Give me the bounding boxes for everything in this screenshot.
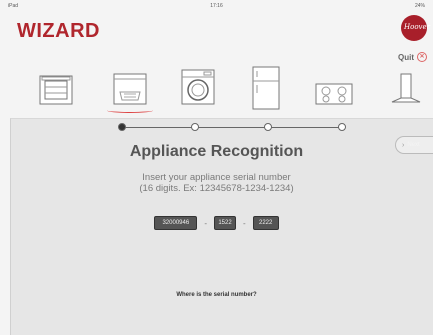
clock: 17:16 <box>210 3 223 9</box>
quit-button[interactable]: Quit ✕ <box>398 52 427 62</box>
serial-separator: - <box>204 218 207 228</box>
hoover-logo: Hoover <box>401 15 430 41</box>
fridge-icon[interactable] <box>251 66 281 110</box>
wizard-logo: WIZARD <box>17 20 100 42</box>
progress-step-2 <box>191 123 199 131</box>
oven-icon[interactable] <box>38 66 74 106</box>
progress-steps <box>118 123 346 133</box>
progress-step-3 <box>264 123 272 131</box>
hob-icon[interactable] <box>314 66 354 106</box>
selected-appliance-indicator <box>107 108 153 113</box>
quit-label: Quit <box>398 52 414 62</box>
progress-line <box>122 127 342 128</box>
page-title: Appliance Recognition <box>129 143 304 160</box>
hood-icon[interactable] <box>388 66 424 106</box>
instruction-line-2: (16 digits. Ex: 12345678-1234-1234) <box>139 183 294 194</box>
instruction-line-1: Insert your appliance serial number <box>142 172 291 183</box>
progress-step-1 <box>118 123 126 131</box>
battery-label: 24% <box>414 3 425 9</box>
appliance-selector <box>0 62 433 116</box>
serial-help-link[interactable]: Where is the serial number? <box>0 292 433 298</box>
instruction-text: Insert your appliance serial number (16 … <box>0 172 433 194</box>
serial-field-part3[interactable]: 2222 <box>252 216 279 230</box>
close-icon: ✕ <box>417 52 427 62</box>
serial-field-part1[interactable]: 32000946 <box>154 216 198 230</box>
serial-separator: - <box>243 218 246 228</box>
washing-machine-icon[interactable] <box>180 66 216 106</box>
serial-field-part2[interactable]: 1522 <box>214 216 236 230</box>
brand-name: Hoover <box>404 23 430 31</box>
serial-number-input: 32000946 - 1522 - 2222 <box>0 216 433 230</box>
progress-step-4 <box>338 123 346 131</box>
status-bar: iPad 17:16 24% <box>0 0 433 10</box>
dishwasher-icon[interactable] <box>112 66 148 106</box>
